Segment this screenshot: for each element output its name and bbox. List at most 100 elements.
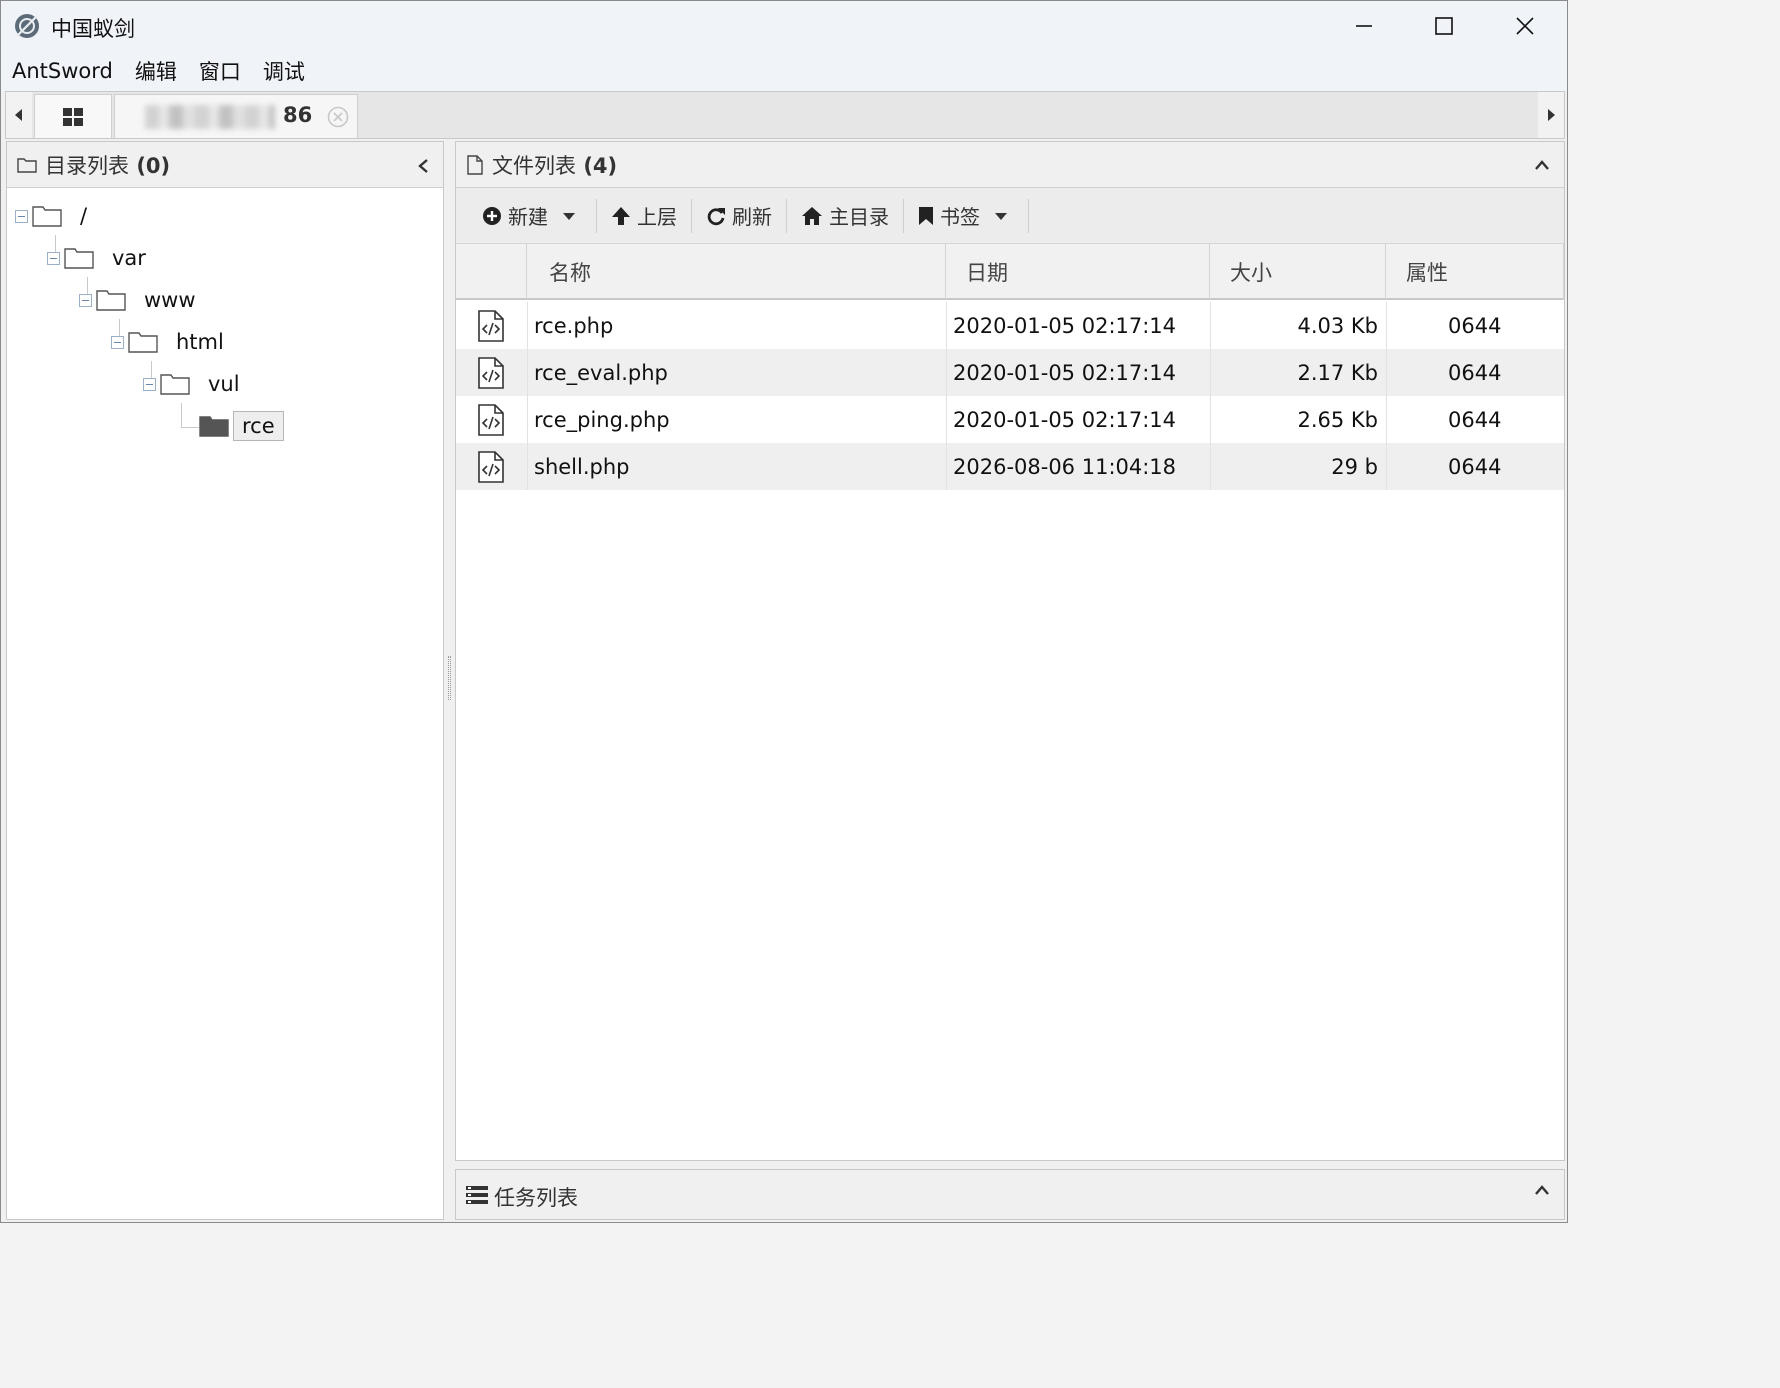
- tree-expander[interactable]: [15, 209, 28, 223]
- menu-debug[interactable]: 调试: [252, 56, 316, 86]
- file-size: 2.17 Kb: [1297, 360, 1378, 385]
- file-panel-count: (4): [583, 153, 618, 178]
- close-icon: [1516, 17, 1534, 35]
- column-date[interactable]: 日期: [946, 244, 1210, 300]
- expand-up-icon[interactable]: [1534, 1184, 1550, 1196]
- antsword-logo-icon: [15, 14, 39, 38]
- file-attr: 0644: [1448, 407, 1502, 432]
- column-name[interactable]: 名称: [527, 244, 946, 300]
- column-size[interactable]: 大小: [1210, 244, 1386, 300]
- file-panel-header: 文件列表 (4): [456, 142, 1564, 188]
- directory-panel: 目录列表 (0) / var www html vul rce: [6, 141, 444, 1220]
- folder-icon: [64, 248, 94, 269]
- tasks-icon: [466, 1186, 488, 1204]
- file-panel-title: 文件列表: [492, 153, 576, 178]
- tree-label: html: [176, 330, 224, 354]
- file-attr: 0644: [1448, 313, 1502, 338]
- file-row[interactable]: rce_ping.php 2020-01-05 02:17:14 2.65 Kb…: [456, 396, 1564, 443]
- code-file-icon: [478, 404, 504, 436]
- panel-splitter[interactable]: [448, 656, 451, 700]
- antsword-window: 中国蚁剑 AntSword 编辑 窗口 调试 86 目录列表 (0) / var…: [0, 0, 1568, 1223]
- parent-dir-label: 上层: [637, 205, 677, 229]
- folder-icon: [32, 206, 62, 227]
- directory-panel-title: 目录列表: [45, 153, 129, 178]
- tree-node-rce[interactable]: rce: [199, 408, 284, 444]
- tree-node-var[interactable]: var: [47, 240, 154, 276]
- minimize-button[interactable]: [1324, 1, 1404, 51]
- file-size: 2.65 Kb: [1297, 407, 1378, 432]
- tree-node-www[interactable]: www: [79, 282, 204, 318]
- file-name: shell.php: [534, 454, 630, 479]
- tab-home[interactable]: [34, 94, 112, 138]
- folder-icon: [160, 374, 190, 395]
- file-name: rce_eval.php: [534, 360, 668, 385]
- tree-label: www: [144, 288, 196, 312]
- maximize-button[interactable]: [1404, 1, 1484, 51]
- collapse-left-icon[interactable]: [417, 158, 429, 174]
- tree-node-html[interactable]: html: [111, 324, 232, 360]
- refresh-icon: [707, 207, 725, 225]
- file-date: 2026-08-06 11:04:18: [953, 454, 1177, 479]
- file-row[interactable]: rce_eval.php 2020-01-05 02:17:14 2.17 Kb…: [456, 349, 1564, 396]
- file-date: 2020-01-05 02:17:14: [953, 407, 1177, 432]
- file-row[interactable]: rce.php 2020-01-05 02:17:14 4.03 Kb 0644: [456, 302, 1564, 349]
- menu-edit[interactable]: 编辑: [124, 56, 188, 86]
- file-size: 29 b: [1331, 454, 1378, 479]
- folder-outline-icon: [17, 157, 37, 173]
- column-icon: [456, 244, 527, 300]
- bookmark-button[interactable]: 书签: [904, 197, 1028, 235]
- task-panel-title: 任务列表: [494, 1186, 578, 1210]
- close-button[interactable]: [1485, 1, 1565, 51]
- folder-icon: [96, 290, 126, 311]
- caret-down-icon: [563, 212, 575, 220]
- task-panel: 任务列表: [455, 1169, 1565, 1220]
- tree-expander[interactable]: [47, 251, 60, 265]
- tree-label-selected: rce: [233, 411, 284, 441]
- tab-scroll-right[interactable]: [1538, 92, 1564, 138]
- refresh-button[interactable]: 刷新: [692, 197, 786, 235]
- refresh-label: 刷新: [732, 205, 772, 229]
- new-button-label: 新建: [508, 205, 548, 229]
- arrow-up-icon: [612, 206, 630, 225]
- menu-antsword[interactable]: AntSword: [1, 59, 124, 83]
- file-outline-icon: [467, 154, 483, 175]
- tree-expander[interactable]: [111, 335, 124, 349]
- file-row[interactable]: shell.php 2026-08-06 11:04:18 29 b 0644: [456, 443, 1564, 490]
- home-dir-label: 主目录: [829, 205, 889, 229]
- file-attr: 0644: [1448, 454, 1502, 479]
- grid-icon: [63, 107, 83, 126]
- bookmark-icon: [919, 206, 933, 225]
- tree-label: var: [112, 246, 146, 270]
- tab-scroll-left[interactable]: [6, 92, 32, 138]
- title-bar: 中国蚁剑: [1, 1, 1567, 51]
- tree-expander[interactable]: [143, 377, 156, 391]
- tree-node-vul[interactable]: vul: [143, 366, 248, 402]
- collapse-up-icon[interactable]: [1534, 159, 1550, 171]
- file-name: rce_ping.php: [534, 407, 670, 432]
- redacted-host-blur: [145, 105, 275, 129]
- tree-expander[interactable]: [79, 293, 92, 307]
- tree-node-root[interactable]: /: [15, 198, 95, 234]
- maximize-icon: [1435, 17, 1453, 35]
- parent-dir-button[interactable]: 上层: [597, 197, 691, 235]
- bookmark-label: 书签: [940, 205, 980, 229]
- minimize-icon: [1356, 25, 1372, 27]
- menu-window[interactable]: 窗口: [188, 56, 252, 86]
- column-attr[interactable]: 属性: [1386, 244, 1564, 300]
- home-icon: [802, 206, 822, 225]
- file-panel: 文件列表 (4) 新建 上层 刷新 主目录 书签 名称 日期 大小 属性 rce…: [455, 141, 1565, 1161]
- caret-down-icon: [995, 212, 1007, 220]
- tab-close-icon[interactable]: [327, 106, 349, 128]
- tree-label: /: [80, 204, 88, 228]
- file-toolbar: 新建 上层 刷新 主目录 书签: [456, 188, 1564, 244]
- tree-label: vul: [208, 372, 240, 396]
- plus-circle-icon: [483, 206, 501, 225]
- file-date: 2020-01-05 02:17:14: [953, 360, 1177, 385]
- tab-session[interactable]: 86: [114, 94, 358, 138]
- new-button[interactable]: 新建: [468, 197, 596, 235]
- file-name: rce.php: [534, 313, 614, 338]
- tab-session-label: 86: [283, 103, 313, 127]
- home-dir-button[interactable]: 主目录: [787, 197, 903, 235]
- file-date: 2020-01-05 02:17:14: [953, 313, 1177, 338]
- file-grid-header: 名称 日期 大小 属性: [456, 244, 1564, 300]
